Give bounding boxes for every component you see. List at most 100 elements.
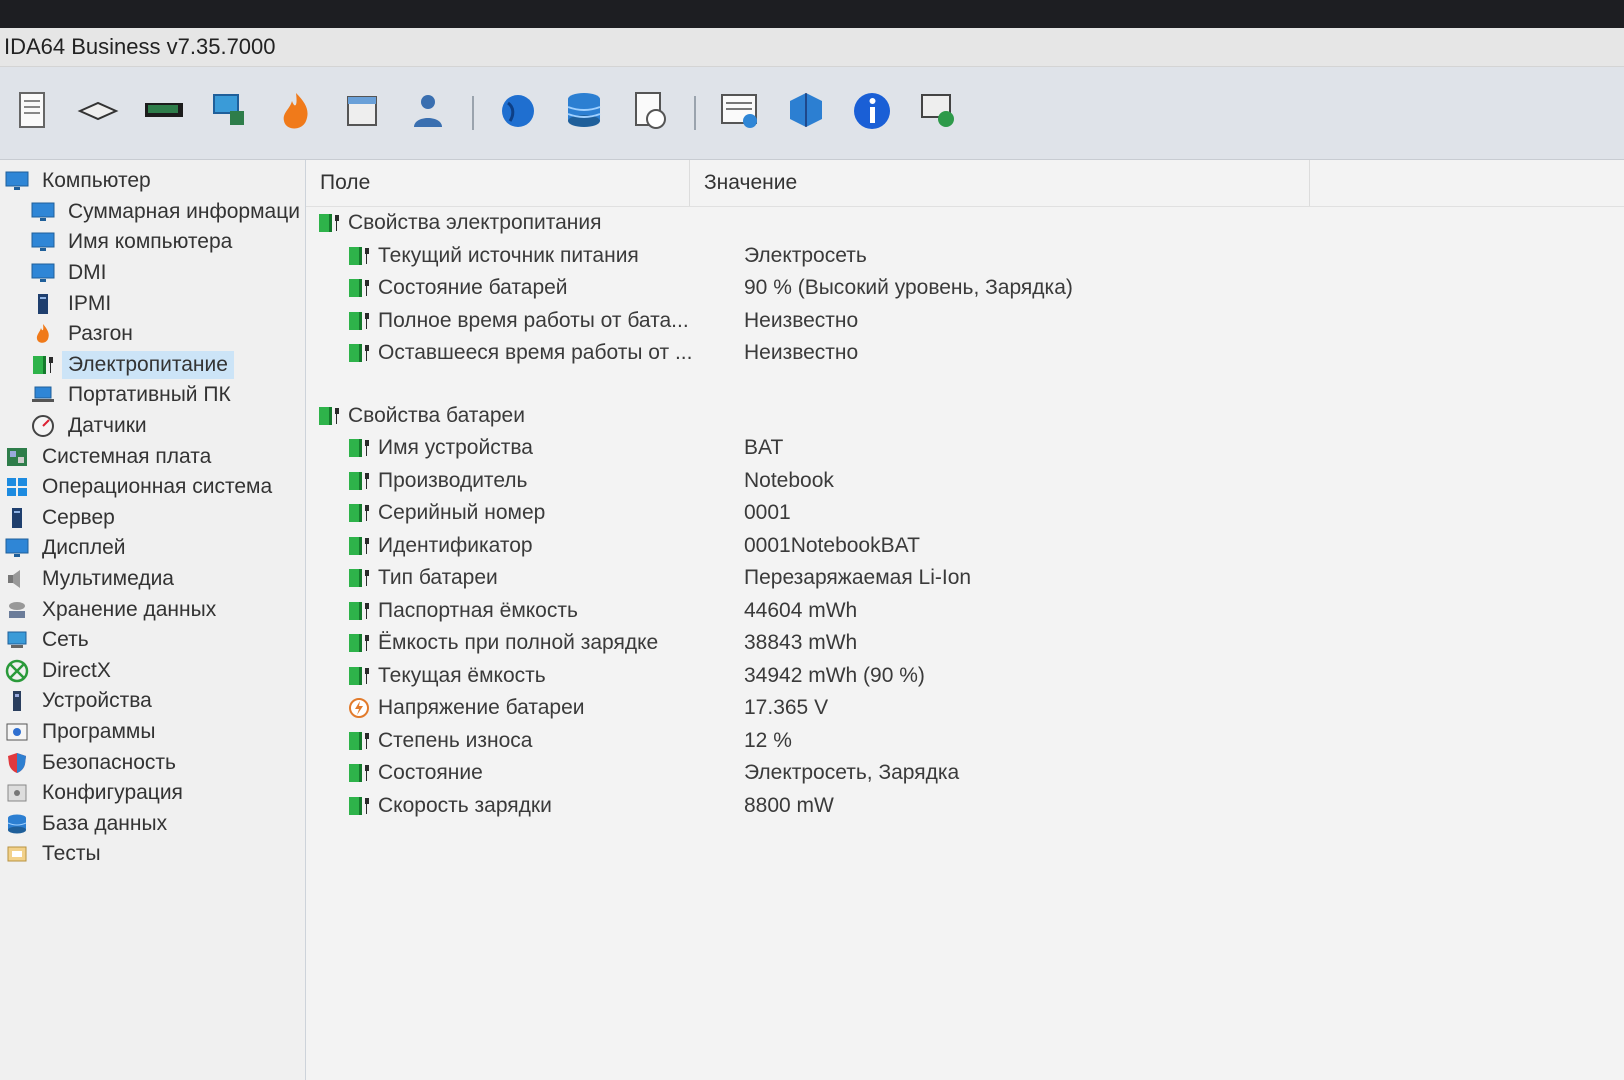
table-row[interactable]: Оставшееся время работы от ... Неизвестно (306, 337, 1624, 370)
battery-icon (30, 353, 56, 377)
table-row[interactable]: Ёмкость при полной зарядке 38843 mWh (306, 627, 1624, 660)
tree-item[interactable]: Сервер (0, 503, 305, 534)
toolbar-button-network[interactable] (208, 91, 252, 135)
table-row[interactable]: Состояние Электросеть, Зарядка (306, 757, 1624, 790)
tree-item[interactable]: IPMI (0, 288, 305, 319)
field-cell: Тип батареи (306, 566, 730, 590)
field-label: Состояние (378, 761, 483, 785)
device-icon (4, 689, 30, 713)
monitor-icon (30, 230, 56, 254)
column-header-value[interactable]: Значение (690, 160, 1310, 206)
toolbar-separator (694, 96, 696, 130)
battery-icon (346, 309, 374, 333)
table-row[interactable]: Полное время работы от бата... Неизвестно (306, 305, 1624, 338)
tree-item-label: Разгон (68, 322, 133, 346)
tree-item[interactable]: Безопасность (0, 747, 305, 778)
group-header-row[interactable]: Свойства электропитания (306, 207, 1624, 240)
display-report-icon (718, 89, 762, 138)
battery-icon (316, 404, 344, 428)
toolbar-button-monitor-tool[interactable] (916, 91, 960, 135)
toolbar-button-display-report[interactable] (718, 91, 762, 135)
table-row[interactable]: Текущая ёмкость 34942 mWh (90 %) (306, 660, 1624, 693)
group-header-row[interactable]: Свойства батареи (306, 400, 1624, 433)
tree-item[interactable]: Датчики (0, 411, 305, 442)
tree-item[interactable]: Операционная система (0, 472, 305, 503)
tree-item-label: Портативный ПК (68, 383, 231, 407)
value-cell: Перезаряжаемая Li-Ion (744, 566, 972, 590)
table-row[interactable]: Паспортная ёмкость 44604 mWh (306, 595, 1624, 628)
group-title: Свойства батареи (348, 403, 525, 427)
tree-item[interactable]: Мультимедиа (0, 564, 305, 595)
tree-item-label: Операционная система (42, 475, 273, 499)
value-cell: Неизвестно (744, 308, 859, 332)
toolbar-button-memory[interactable] (142, 91, 186, 135)
value-cell: Электросеть (744, 243, 867, 267)
config-icon (4, 781, 30, 805)
navigation-tree[interactable]: Компьютер Суммарная информаци Имя компьюте… (0, 160, 306, 1080)
value-cell: 34942 mWh (90 %) (744, 663, 925, 687)
battery-icon (316, 211, 344, 235)
table-row[interactable]: Степень износа 12 % (306, 725, 1624, 758)
tree-item[interactable]: Суммарная информаци (0, 197, 305, 228)
field-label: Скорость зарядки (378, 793, 552, 817)
server-icon (30, 292, 56, 316)
tree-item[interactable]: DirectX (0, 656, 305, 687)
tree-item[interactable]: Конфигурация (0, 778, 305, 809)
table-row[interactable]: Скорость зарядки 8800 mW (306, 790, 1624, 823)
tree-item[interactable]: Программы (0, 717, 305, 748)
toolbar-button-globe[interactable] (496, 91, 540, 135)
tree-item[interactable]: Дисплей (0, 533, 305, 564)
toolbar-button-report[interactable] (10, 91, 54, 135)
group-title: Свойства электропитания (348, 211, 602, 235)
table-row[interactable]: Напряжение батареи 17.365 V (306, 692, 1624, 725)
tree-item[interactable]: Разгон (0, 319, 305, 350)
toolbar-button-cube[interactable] (784, 91, 828, 135)
tree-item[interactable]: DMI (0, 258, 305, 289)
tree-item[interactable]: Портативный ПК (0, 380, 305, 411)
battery-icon (346, 761, 374, 785)
monitor-icon (30, 200, 56, 224)
database-icon (562, 89, 606, 138)
monitor-icon (30, 261, 56, 285)
toolbar-button-overclock[interactable] (274, 91, 318, 135)
table-row[interactable]: Серийный номер 0001 (306, 497, 1624, 530)
column-headers: Поле Значение (306, 160, 1624, 207)
storage-icon (4, 598, 30, 622)
field-label: Степень износа (378, 728, 533, 752)
details-panel: Поле Значение Свойства электропитания Тек… (306, 160, 1624, 1080)
field-cell: Состояние батарей (306, 276, 730, 300)
toolbar-button-benchmark[interactable] (628, 91, 672, 135)
tree-item[interactable]: Имя компьютера (0, 227, 305, 258)
tree-item-label: Программы (42, 719, 156, 743)
table-row[interactable]: Имя устройства BAT (306, 432, 1624, 465)
toolbar-button-user[interactable] (406, 91, 450, 135)
tree-item[interactable]: Электропитание (0, 350, 305, 381)
toolbar-button-info[interactable] (850, 91, 894, 135)
table-row[interactable]: Текущий источник питания Электросеть (306, 240, 1624, 273)
tree-item-label: Сеть (42, 628, 89, 652)
table-row[interactable]: Тип батареи Перезаряжаемая Li-Ion (306, 562, 1624, 595)
table-row[interactable]: Производитель Notebook (306, 465, 1624, 498)
toolbar-button-schedule[interactable] (340, 91, 384, 135)
field-label: Паспортная ёмкость (378, 598, 578, 622)
field-cell: Имя устройства (306, 436, 730, 460)
field-label: Имя устройства (378, 436, 533, 460)
tree-item[interactable]: Сеть (0, 625, 305, 656)
toolbar-button-motherboard[interactable] (76, 91, 120, 135)
shield-icon (4, 751, 30, 775)
toolbar-button-database[interactable] (562, 91, 606, 135)
table-row[interactable]: Состояние батарей 90 % (Высокий уровень, … (306, 272, 1624, 305)
field-cell: Серийный номер (306, 501, 730, 525)
tree-item[interactable]: Компьютер (0, 166, 305, 197)
tree-item[interactable]: Хранение данных (0, 594, 305, 625)
table-row[interactable]: Идентификатор 0001NotebookBAT (306, 530, 1624, 563)
battery-icon (346, 729, 374, 753)
tree-item[interactable]: Системная плата (0, 441, 305, 472)
tree-item[interactable]: Тесты (0, 839, 305, 870)
value-cell: 12 % (744, 728, 792, 752)
tree-item[interactable]: Устройства (0, 686, 305, 717)
tree-item[interactable]: База данных (0, 808, 305, 839)
column-header-field[interactable]: Поле (306, 160, 690, 206)
cube-icon (784, 89, 828, 138)
